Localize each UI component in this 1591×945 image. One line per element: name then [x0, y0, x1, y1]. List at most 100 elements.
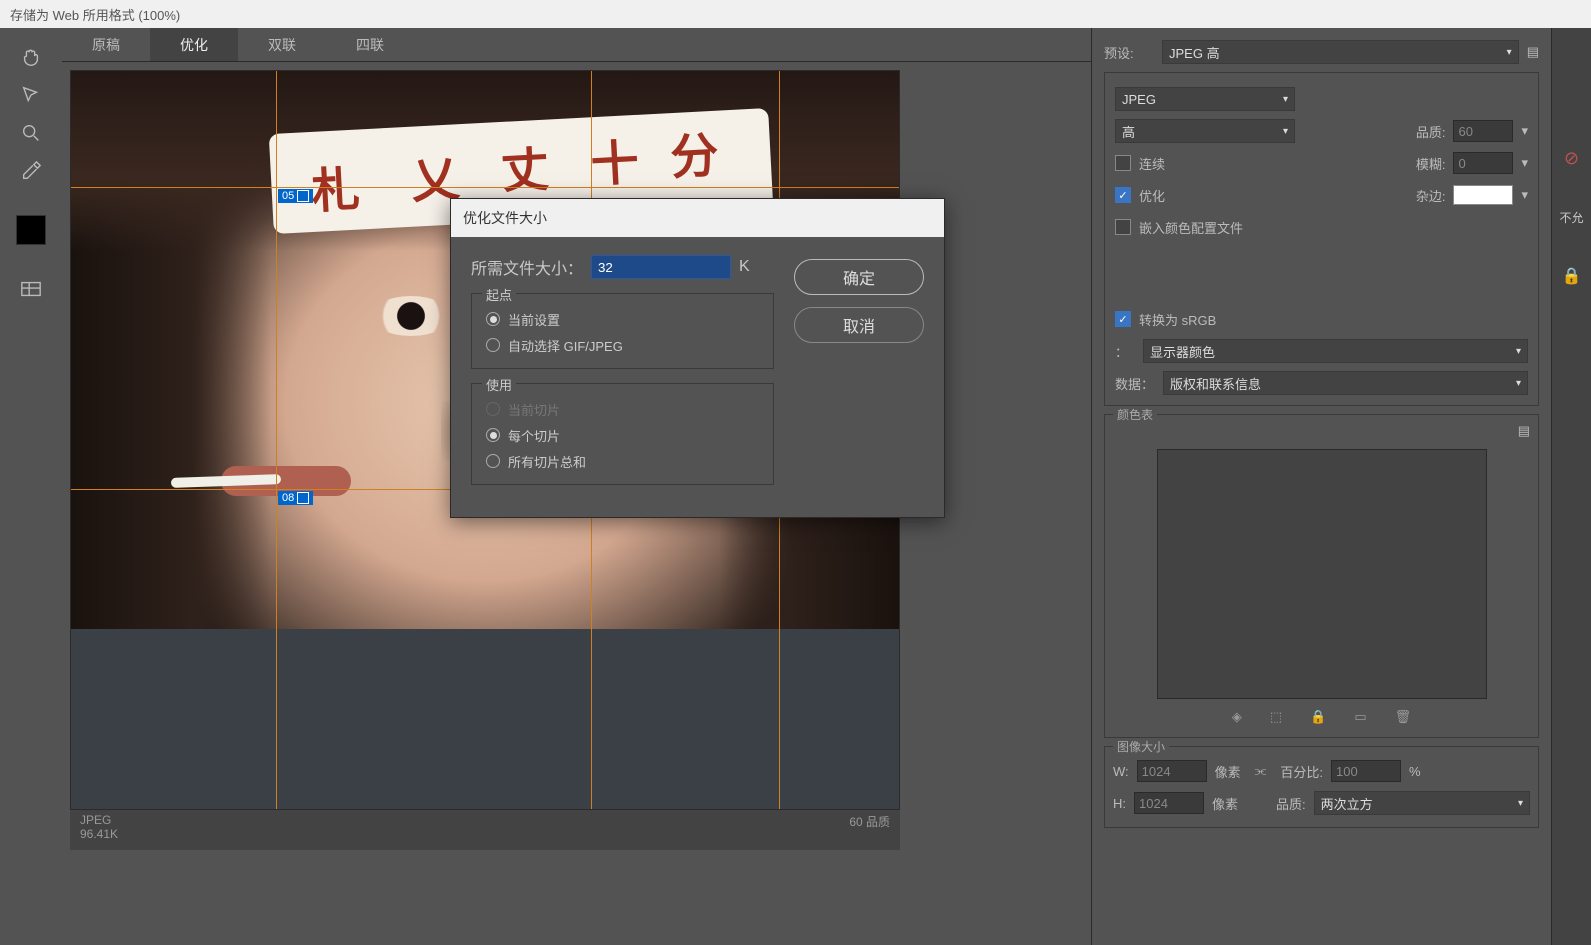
radio-icon — [486, 428, 500, 442]
slice-type-icon — [297, 492, 309, 504]
slice-badge[interactable]: 05 — [278, 189, 313, 203]
lock-icon[interactable]: 🔒 — [1562, 266, 1582, 286]
slice-badge[interactable]: 08 — [278, 491, 313, 505]
chevron-down-icon[interactable]: ▾ — [1521, 155, 1528, 171]
tab-optimized[interactable]: 优化 — [150, 28, 238, 61]
metadata-select[interactable]: 版权和联系信息▾ — [1163, 371, 1528, 395]
convert-srgb-label: 转换为 sRGB — [1139, 310, 1216, 329]
no-entry-icon[interactable]: ⊘ — [1564, 148, 1579, 169]
radio-current-settings[interactable]: 当前设置 — [486, 306, 759, 332]
convert-srgb-checkbox[interactable]: ✓ — [1115, 311, 1131, 327]
quality-preset-select[interactable]: 高▾ — [1115, 119, 1295, 143]
format-select[interactable]: JPEG▾ — [1115, 87, 1295, 111]
quality-input[interactable]: 60 — [1453, 120, 1513, 142]
radio-icon — [486, 454, 500, 468]
tab-original[interactable]: 原稿 — [62, 28, 150, 61]
height-input[interactable]: 1024 — [1134, 792, 1204, 814]
ok-button[interactable]: 确定 — [794, 259, 924, 295]
embed-profile-checkbox[interactable] — [1115, 219, 1131, 235]
dialog-titlebar[interactable]: 优化文件大小 — [451, 199, 944, 237]
window-titlebar: 存储为 Web 所用格式 (100%) — [0, 0, 1591, 28]
hand-icon — [20, 46, 42, 68]
start-from-title: 起点 — [482, 285, 516, 304]
collapsed-label: 不允 — [1559, 209, 1583, 226]
tab-4up[interactable]: 四联 — [326, 28, 414, 61]
radio-auto-select[interactable]: 自动选择 GIF/JPEG — [486, 332, 759, 358]
eyedropper-icon — [20, 160, 42, 182]
colortable-tools: ◈ ⬚ 🔒 ▭ 🗑 — [1113, 705, 1530, 729]
radio-each-slice[interactable]: 每个切片 — [486, 422, 759, 448]
eyedropper-color-swatch[interactable] — [16, 215, 46, 245]
chevron-down-icon: ▾ — [1516, 378, 1521, 389]
chevron-down-icon[interactable]: ▾ — [1521, 123, 1528, 139]
preview-image-content — [71, 629, 899, 809]
slice-visibility-toggle[interactable] — [17, 275, 45, 303]
optimized-checkbox[interactable]: ✓ — [1115, 187, 1131, 203]
metadata-label: 数据： — [1115, 374, 1155, 393]
eyedropper-tool[interactable] — [17, 157, 45, 185]
tab-label: 原稿 — [92, 35, 120, 55]
imagesize-title: 图像大小 — [1113, 738, 1169, 755]
filesize-label: 所需文件大小： — [471, 255, 583, 279]
width-input[interactable]: 1024 — [1137, 760, 1207, 782]
ct-lock-icon[interactable]: 🔒 — [1310, 709, 1326, 725]
preset-label: 预设: — [1104, 43, 1154, 62]
slice-select-tool[interactable] — [17, 81, 45, 109]
ct-trash-icon[interactable]: 🗑 — [1395, 709, 1412, 725]
radio-icon — [486, 338, 500, 352]
zoom-tool[interactable] — [17, 119, 45, 147]
chevron-down-icon: ▾ — [1283, 94, 1288, 105]
status-left: JPEG 96.41K — [80, 813, 118, 841]
hand-tool[interactable] — [17, 43, 45, 71]
radio-current-slice: 当前切片 — [486, 396, 759, 422]
pct-unit: % — [1409, 764, 1421, 779]
percent-input[interactable]: 100 — [1331, 760, 1401, 782]
percent-label: 百分比: — [1280, 762, 1323, 781]
imagesize-group: 图像大小 W: 1024 像素 ⫘ 百分比: 100 % H: 1024 像素 … — [1104, 746, 1539, 828]
format-group: JPEG▾ 高▾ 品质: 60 ▾ 连续 模糊: 0 ▾ ✓ — [1104, 72, 1539, 406]
chevron-down-icon[interactable]: ▾ — [1521, 187, 1528, 203]
ct-cube-icon[interactable]: ⬚ — [1270, 709, 1282, 725]
filesize-input[interactable] — [591, 255, 731, 279]
tab-2up[interactable]: 双联 — [238, 28, 326, 61]
matte-swatch[interactable] — [1453, 185, 1513, 205]
ct-snap-icon[interactable]: ◈ — [1232, 709, 1242, 725]
color-table[interactable] — [1157, 449, 1487, 699]
cancel-button[interactable]: 取消 — [794, 307, 924, 343]
preview-color-select[interactable]: 显示器颜色▾ — [1143, 339, 1528, 363]
slice-number: 08 — [282, 492, 294, 504]
slice-guide-v[interactable] — [276, 71, 277, 809]
matte-label: 杂边: — [1416, 186, 1446, 205]
colortable-title: 颜色表 — [1113, 406, 1157, 423]
height-label: H: — [1113, 796, 1126, 811]
px-label: 像素 — [1215, 762, 1241, 781]
blur-input[interactable]: 0 — [1453, 152, 1513, 174]
preset-select[interactable]: JPEG 高▾ — [1162, 40, 1519, 64]
settings-panel: 预设: JPEG 高▾ ▤ JPEG▾ 高▾ 品质: 60 ▾ — [1091, 28, 1551, 945]
link-icon[interactable]: ⫘ — [1255, 763, 1267, 779]
colortable-group: 颜色表 ▤ ◈ ⬚ 🔒 ▭ 🗑 — [1104, 414, 1539, 738]
slice-guide-h[interactable] — [71, 187, 899, 188]
optimize-filesize-dialog: 优化文件大小 所需文件大小： K 起点 当前设置 自动选择 GIF/JPEG — [450, 198, 945, 518]
preview-tabs: 原稿 优化 双联 四联 — [62, 28, 1091, 62]
chevron-down-icon: ▾ — [1283, 126, 1288, 137]
resample-select[interactable]: 两次立方▾ — [1314, 791, 1530, 815]
ct-new-icon[interactable]: ▭ — [1354, 709, 1366, 725]
optimized-label: 优化 — [1139, 186, 1165, 205]
quality-preset-value: 高 — [1122, 122, 1135, 141]
preview-status-bar: JPEG 96.41K 60 品质 — [70, 810, 900, 850]
dialog-title: 优化文件大小 — [463, 208, 547, 228]
preset-value: JPEG 高 — [1169, 43, 1220, 62]
status-format: JPEG — [80, 813, 118, 827]
chevron-down-icon: ▾ — [1516, 346, 1521, 357]
quality-label: 品质: — [1416, 122, 1446, 141]
preview-color-label: ： — [1115, 342, 1135, 361]
radio-all-slices-total[interactable]: 所有切片总和 — [486, 448, 759, 474]
progressive-checkbox[interactable] — [1115, 155, 1131, 171]
preview-image-content — [371, 296, 451, 336]
colortable-menu-icon[interactable]: ▤ — [1518, 423, 1530, 438]
embed-profile-label: 嵌入颜色配置文件 — [1139, 218, 1243, 237]
preset-menu-icon[interactable]: ▤ — [1527, 44, 1539, 60]
collapsed-panel: ⊘ 不允 🔒 — [1551, 28, 1591, 945]
filesize-unit: K — [739, 258, 750, 276]
